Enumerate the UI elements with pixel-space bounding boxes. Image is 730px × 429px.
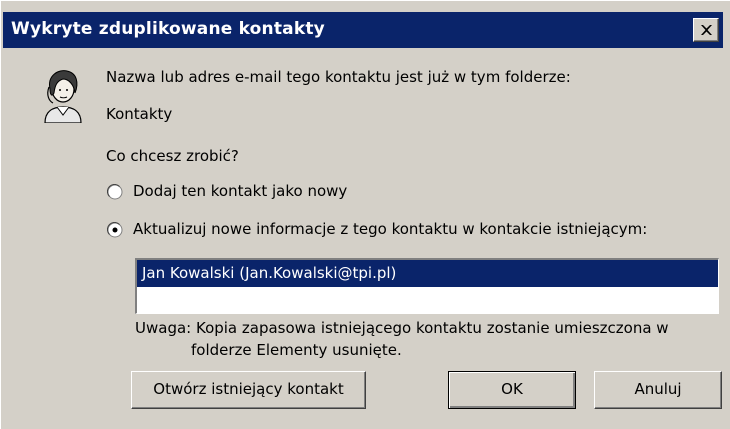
radio-unchecked-icon[interactable] xyxy=(107,184,123,200)
duplicate-contact-dialog: Wykryte zduplikowane kontakty Nazwa lub … xyxy=(0,0,730,429)
open-existing-contact-button[interactable]: Otwórz istniejący kontakt xyxy=(131,371,366,409)
title-bar[interactable]: Wykryte zduplikowane kontakty xyxy=(3,12,723,48)
folder-name: Kontakty xyxy=(106,105,173,123)
note-text-continued: folderze Elementy usunięte. xyxy=(191,341,402,359)
contact-entry: Jan Kowalski (Jan.Kowalski@tpi.pl) xyxy=(142,264,397,282)
duplicate-message: Nazwa lub adres e-mail tego kontaktu jes… xyxy=(106,68,571,86)
close-icon xyxy=(701,25,712,35)
cancel-button[interactable]: Anuluj xyxy=(594,371,722,409)
contact-listbox[interactable]: Jan Kowalski (Jan.Kowalski@tpi.pl) xyxy=(135,258,719,314)
option-add-new-label[interactable]: Dodaj ten kontakt jako nowy xyxy=(133,182,347,200)
close-button[interactable] xyxy=(693,18,719,42)
radio-checked-icon[interactable] xyxy=(107,222,123,238)
dialog-title: Wykryte zduplikowane kontakty xyxy=(11,19,325,39)
ok-button[interactable]: OK xyxy=(448,371,576,409)
contact-person-icon xyxy=(44,70,82,123)
option-update-existing-label[interactable]: Aktualizuj nowe informacje z tego kontak… xyxy=(133,220,647,238)
note-text: Uwaga: Kopia zapasowa istniejącego konta… xyxy=(135,319,669,337)
list-item[interactable]: Jan Kowalski (Jan.Kowalski@tpi.pl) xyxy=(137,260,718,287)
question-label: Co chcesz zrobić? xyxy=(106,147,239,165)
